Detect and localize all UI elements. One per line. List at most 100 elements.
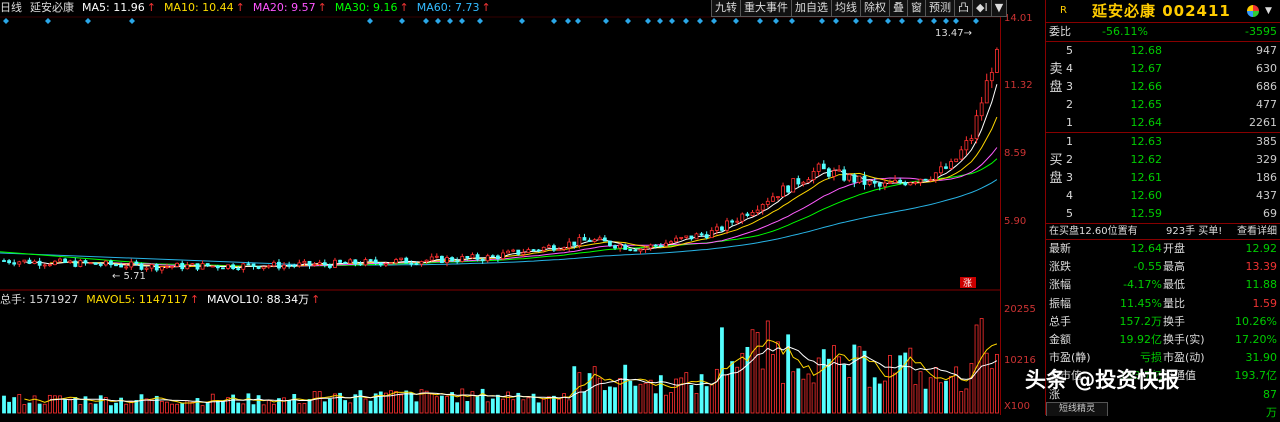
candle-body	[317, 262, 322, 265]
candle-body	[704, 234, 709, 239]
event-diamond-icon	[3, 18, 9, 24]
ask-row[interactable]: 1 12.64 2261	[1046, 114, 1280, 132]
stat-label: 换手(实)	[1163, 332, 1205, 346]
candle-body	[587, 239, 592, 242]
event-diamond-icon	[885, 18, 891, 24]
stat-value: 12.92	[1245, 242, 1278, 255]
ask-row[interactable]: 2 12.65 477	[1046, 96, 1280, 114]
bid-row[interactable]: 2 12.62 329	[1046, 151, 1280, 169]
ask-row[interactable]: 5 12.68 947	[1046, 42, 1280, 60]
volume-bar	[460, 388, 465, 414]
toolbar-exright-button[interactable]: 除权	[860, 0, 890, 17]
price-value: 12.62	[1130, 153, 1163, 166]
volume-bar	[53, 395, 57, 414]
volume-bar	[27, 402, 32, 414]
stat-value: 19.92亿	[1119, 332, 1163, 346]
candle-body	[114, 264, 118, 267]
candle-body	[893, 179, 897, 183]
volume-bar	[704, 386, 709, 414]
stat-value: 87	[1263, 387, 1277, 401]
candle-body	[261, 266, 266, 269]
bid-row[interactable]: 3 12.61 186	[1046, 169, 1280, 187]
toolbar-jiuzhuan-button[interactable]: 九转	[711, 0, 741, 17]
quote-header: R 延安必康 002411 ▼	[1046, 0, 1280, 23]
candle-body	[786, 185, 791, 193]
candle-body	[200, 263, 205, 270]
event-diamond-icon	[625, 18, 631, 24]
period-label[interactable]: 日线	[0, 1, 22, 14]
volume-bar	[190, 401, 195, 414]
candle-body	[175, 262, 180, 267]
candle-body	[562, 247, 567, 250]
volume-bar	[368, 400, 373, 414]
price-tick-label: 5.90	[1004, 216, 1027, 227]
candle-body	[399, 257, 404, 260]
event-diamond-icon	[657, 18, 663, 24]
kline-chart[interactable]: 13.47→ ← 5.71 涨	[0, 0, 1000, 415]
toolbar-dropdown-icon[interactable]: ▼	[990, 0, 1008, 17]
candle-body	[226, 264, 230, 269]
candle-body	[68, 260, 73, 263]
candle-body	[847, 174, 852, 181]
toolbar-forecast-button[interactable]: 预测	[925, 0, 955, 17]
candle-body	[979, 102, 984, 117]
volume-bar	[898, 355, 903, 414]
stat-label: 涨跌	[1049, 260, 1071, 274]
ask-row[interactable]: 3 12.66 686	[1046, 78, 1280, 96]
candle-body	[531, 249, 536, 252]
stat-row: 振幅 11.45% 量比 1.59	[1046, 295, 1280, 313]
bid-row[interactable]: 4 12.60 437	[1046, 187, 1280, 205]
chevron-down-icon[interactable]: ▼	[1265, 0, 1272, 22]
candle-body	[501, 252, 505, 260]
candle-body	[450, 257, 454, 262]
toolbar-events-button[interactable]: 重大事件	[740, 0, 792, 17]
stat-value: 1.59	[1252, 296, 1278, 310]
toolbar-add-watchlist-button[interactable]: 加自选	[791, 0, 832, 17]
bid-row[interactable]: 5 12.59 69	[1046, 205, 1280, 223]
toolbar-window-button[interactable]: 窗	[907, 0, 926, 17]
ma5-label: MA5: 11.96 ↑	[82, 1, 156, 14]
candle-body	[516, 249, 521, 255]
candle-body	[898, 179, 903, 183]
bid-notice: 在买盘12.60位置有 923手 买单! 查看详细	[1046, 224, 1280, 240]
volume-bar	[546, 396, 551, 414]
toolbar-step-icon[interactable]: ◆I	[972, 0, 992, 17]
volume-bar	[653, 393, 658, 414]
volume-bar	[776, 341, 780, 414]
ma30-label: MA30: 9.16 ↑	[334, 1, 409, 14]
toolbar-ma-button[interactable]: 均线	[831, 0, 861, 17]
bid-notice-text: 在买盘12.60位置有	[1049, 226, 1138, 237]
toolbar-house-icon[interactable]: 凸	[954, 0, 973, 17]
candle-body	[368, 259, 373, 261]
volume-bar	[837, 356, 841, 414]
volume-bar	[32, 395, 37, 414]
detail-link[interactable]: 查看详细	[1237, 224, 1277, 239]
volume-bar	[297, 403, 302, 414]
volume-bar	[455, 402, 460, 414]
volume-bar	[465, 401, 470, 414]
toolbar-overlay-button[interactable]: 叠	[889, 0, 908, 17]
candle-body	[806, 179, 811, 183]
volume-bar	[755, 332, 760, 414]
stat-label: 开盘	[1163, 242, 1185, 255]
volume-bar	[266, 400, 271, 414]
candle-body	[83, 260, 88, 264]
bid-row[interactable]: 1 12.63 385	[1046, 133, 1280, 151]
volume-unit-label: X100	[1004, 401, 1030, 412]
candle-body	[684, 235, 689, 238]
volume-bar	[730, 361, 735, 414]
ma10-line	[49, 116, 998, 268]
ask-row[interactable]: 4 12.67 630	[1046, 60, 1280, 78]
max-price-label: 13.47→	[935, 28, 972, 39]
volume-bar	[821, 349, 826, 414]
candle-body	[908, 182, 913, 186]
stock-title: 延安必康 002411	[1092, 2, 1231, 20]
volume-bar	[475, 395, 480, 414]
stat-row: 最新 12.64 开盘 12.92	[1046, 240, 1280, 258]
level-label: 2	[1066, 98, 1073, 111]
candle-body	[862, 175, 867, 185]
candle-body	[755, 209, 760, 213]
price-value: 12.65	[1130, 98, 1163, 111]
globe-icon[interactable]	[1247, 5, 1259, 17]
short-term-tab[interactable]: 短线精灵	[1046, 402, 1108, 416]
